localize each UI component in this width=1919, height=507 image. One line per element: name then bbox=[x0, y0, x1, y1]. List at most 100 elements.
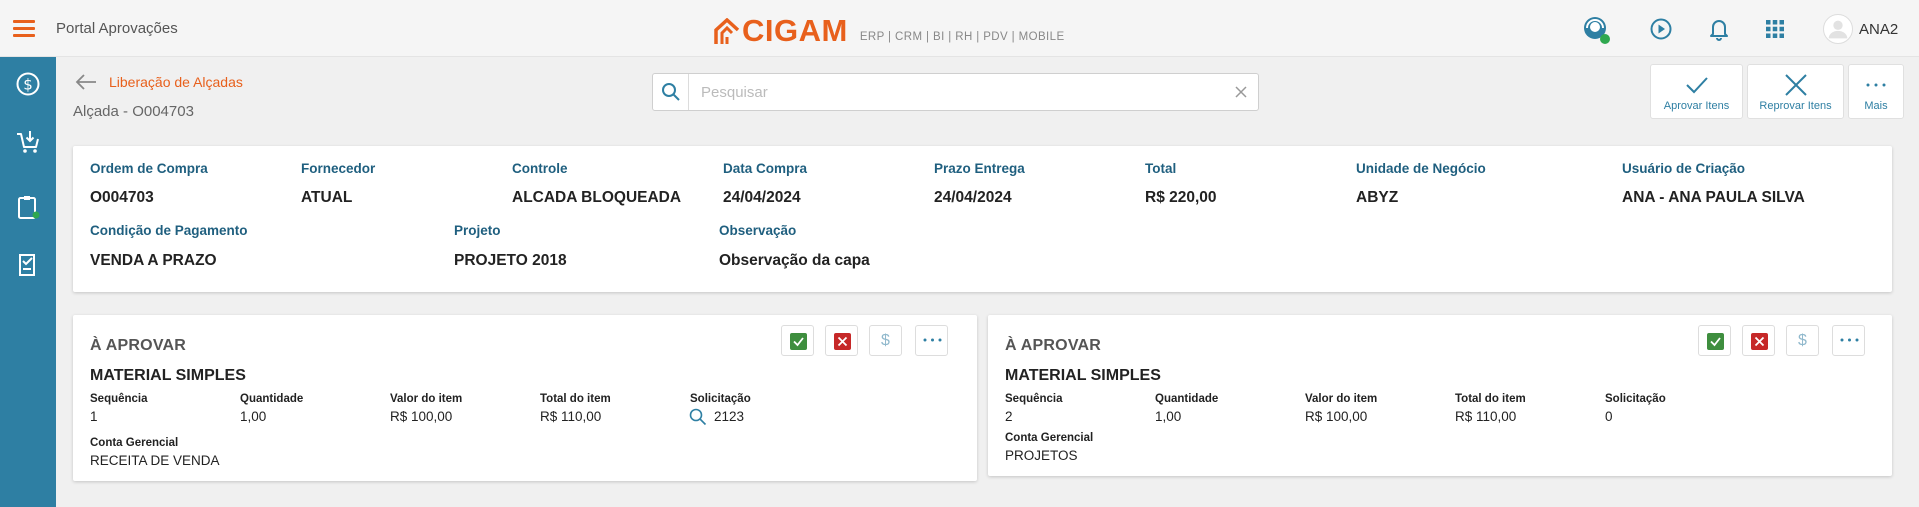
logo-subtitle: ERP | CRM | BI | RH | PDV | MOBILE bbox=[859, 31, 1065, 43]
label-quantity: Quantidade bbox=[240, 393, 304, 405]
field-label-order: Ordem de Compra bbox=[90, 161, 208, 176]
more-label: Mais bbox=[1864, 100, 1888, 112]
label-unit-value: Valor do item bbox=[390, 393, 463, 405]
menu-icon[interactable] bbox=[13, 20, 35, 37]
field-label-observation: Observação bbox=[719, 223, 797, 238]
svg-text:$: $ bbox=[23, 76, 33, 94]
user-name: ANA2 bbox=[1859, 20, 1899, 38]
approve-item-button[interactable] bbox=[1698, 325, 1731, 356]
field-value-control: ALCADA BLOQUEADA bbox=[512, 189, 682, 206]
field-value-project: PROJETO 2018 bbox=[454, 252, 567, 269]
dollar-icon: $ bbox=[1798, 332, 1807, 349]
check-icon bbox=[1685, 77, 1708, 94]
search-icon[interactable] bbox=[661, 82, 681, 102]
logo-house-icon bbox=[714, 18, 740, 44]
clear-search-icon[interactable] bbox=[1234, 85, 1248, 99]
sidebar-item-finance-icon[interactable]: $ bbox=[14, 70, 42, 98]
item-name: MATERIAL SIMPLES bbox=[1005, 367, 1161, 384]
close-icon bbox=[834, 333, 851, 350]
value-unit-value: R$ 100,00 bbox=[390, 409, 453, 424]
item-more-button[interactable] bbox=[915, 325, 948, 356]
more-dots-icon bbox=[1866, 83, 1886, 87]
play-icon[interactable] bbox=[1646, 14, 1676, 44]
value-request: 0 bbox=[1605, 409, 1613, 424]
item-card: À APROVAR MATERIAL SIMPLES $ Sequência 1… bbox=[73, 315, 977, 481]
reject-item-button[interactable] bbox=[1742, 325, 1775, 356]
field-label-delivery-date: Prazo Entrega bbox=[934, 161, 1025, 176]
label-request: Solicitação bbox=[1605, 393, 1666, 405]
back-arrow-icon[interactable] bbox=[75, 73, 97, 91]
label-quantity: Quantidade bbox=[1155, 393, 1219, 405]
field-label-payment-terms: Condição de Pagamento bbox=[90, 223, 248, 238]
more-button[interactable]: Mais bbox=[1848, 64, 1904, 119]
field-value-total: R$ 220,00 bbox=[1145, 189, 1217, 206]
value-sequence: 1 bbox=[90, 409, 98, 424]
field-value-order: O004703 bbox=[90, 189, 154, 206]
label-item-total: Total do item bbox=[1455, 393, 1526, 405]
field-label-project: Projeto bbox=[454, 223, 501, 238]
close-icon bbox=[1751, 333, 1768, 350]
value-sequence: 2 bbox=[1005, 409, 1013, 424]
portal-title: Portal Aprovações bbox=[56, 20, 178, 37]
avatar-icon bbox=[1823, 14, 1853, 44]
check-icon bbox=[790, 333, 807, 350]
price-item-button[interactable]: $ bbox=[869, 325, 902, 356]
purchase-order-summary-card: Ordem de Compra O004703 Fornecedor ATUAL… bbox=[73, 146, 1892, 292]
field-value-observation: Observação da capa bbox=[719, 252, 870, 269]
field-value-purchase-date: 24/04/2024 bbox=[723, 189, 801, 206]
notifications-bell-icon[interactable] bbox=[1704, 14, 1734, 44]
field-value-delivery-date: 24/04/2024 bbox=[934, 189, 1012, 206]
support-headset-icon[interactable] bbox=[1581, 14, 1611, 44]
field-value-supplier: ATUAL bbox=[301, 189, 353, 206]
check-icon bbox=[1707, 333, 1724, 350]
value-item-total: R$ 110,00 bbox=[540, 409, 602, 424]
search-box bbox=[652, 73, 1259, 111]
apps-grid-icon[interactable] bbox=[1760, 14, 1790, 44]
logo-text: CIGAM bbox=[742, 13, 848, 48]
field-label-created-by: Usuário de Criação bbox=[1622, 161, 1746, 176]
price-item-button[interactable]: $ bbox=[1786, 325, 1819, 356]
approve-items-button[interactable]: Aprovar Itens bbox=[1650, 64, 1743, 119]
field-value-business-unit: ABYZ bbox=[1356, 189, 1399, 206]
user-menu[interactable]: ANA2 bbox=[1823, 14, 1898, 44]
sidebar-item-approval-doc-icon[interactable] bbox=[14, 251, 42, 279]
more-dots-icon bbox=[1840, 338, 1859, 342]
request-search-icon[interactable] bbox=[689, 408, 707, 426]
close-icon bbox=[1784, 74, 1807, 96]
approve-item-button[interactable] bbox=[781, 325, 814, 356]
sidebar-item-purchase-cart-icon[interactable] bbox=[14, 128, 42, 156]
more-dots-icon bbox=[923, 338, 942, 342]
item-more-button[interactable] bbox=[1832, 325, 1865, 356]
label-sequence: Sequência bbox=[90, 393, 148, 405]
field-value-created-by: ANA - ANA PAULA SILVA bbox=[1622, 189, 1805, 206]
label-account: Conta Gerencial bbox=[90, 437, 179, 449]
sidebar: $ bbox=[0, 57, 56, 507]
page-title: Alçada - O004703 bbox=[73, 103, 194, 120]
label-item-total: Total do item bbox=[540, 393, 611, 405]
reject-items-button[interactable]: Reprovar Itens bbox=[1747, 64, 1844, 119]
item-status: À APROVAR bbox=[90, 337, 187, 354]
field-value-payment-terms: VENDA A PRAZO bbox=[90, 252, 217, 269]
value-unit-value: R$ 100,00 bbox=[1305, 409, 1368, 424]
value-account: RECEITA DE VENDA bbox=[90, 453, 220, 468]
reject-item-button[interactable] bbox=[825, 325, 858, 356]
top-bar: Portal Aprovações CIGAM ERP | CRM | BI |… bbox=[0, 0, 1919, 57]
field-label-supplier: Fornecedor bbox=[301, 161, 376, 176]
search-divider bbox=[688, 74, 689, 110]
field-label-business-unit: Unidade de Negócio bbox=[1356, 161, 1486, 176]
breadcrumb-link[interactable]: Liberação de Alçadas bbox=[109, 74, 243, 90]
dollar-icon: $ bbox=[881, 332, 890, 349]
item-card: À APROVAR MATERIAL SIMPLES $ Sequência 2… bbox=[988, 315, 1892, 476]
value-quantity: 1,00 bbox=[240, 409, 267, 424]
field-label-control: Controle bbox=[512, 161, 568, 176]
search-input[interactable] bbox=[701, 82, 1181, 102]
approve-items-label: Aprovar Itens bbox=[1663, 100, 1730, 112]
sidebar-item-clipboard-icon[interactable] bbox=[14, 193, 42, 221]
reject-items-label: Reprovar Itens bbox=[1759, 100, 1832, 112]
value-quantity: 1,00 bbox=[1155, 409, 1182, 424]
cigam-logo: CIGAM ERP | CRM | BI | RH | PDV | MOBILE bbox=[714, 12, 1065, 46]
label-account: Conta Gerencial bbox=[1005, 432, 1094, 444]
item-status: À APROVAR bbox=[1005, 337, 1102, 354]
value-account: PROJETOS bbox=[1005, 448, 1078, 463]
label-request: Solicitação bbox=[690, 393, 751, 405]
